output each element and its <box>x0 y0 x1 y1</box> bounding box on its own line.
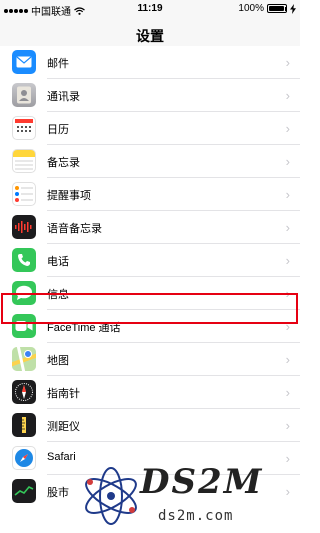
page-title: 设置 <box>136 28 164 44</box>
settings-row-phone[interactable]: 电话 › <box>0 244 300 277</box>
voice-memos-icon <box>12 215 36 239</box>
battery-icon <box>267 4 287 13</box>
row-label: 备忘录 <box>47 157 80 169</box>
battery-percent: 100% <box>238 3 264 14</box>
watermark: DS2M ds2m.com <box>80 458 300 533</box>
row-label: 语音备忘录 <box>47 223 102 235</box>
reminders-icon <box>12 182 36 206</box>
chevron-right-icon: › <box>285 88 290 103</box>
settings-row-mail[interactable]: 邮件 › <box>0 46 300 79</box>
settings-list: 邮件 › 通讯录 › 日历 › 备忘录 › 提醒事项 › 语音备忘录 › 电话 … <box>0 46 300 508</box>
watermark-atom-logo <box>85 467 137 525</box>
status-right: 100% <box>238 3 296 14</box>
calendar-icon <box>12 116 36 140</box>
stocks-icon <box>12 479 36 503</box>
notes-icon <box>12 149 36 173</box>
mail-icon <box>12 50 36 74</box>
safari-icon <box>12 446 36 470</box>
highlight-box <box>1 293 298 324</box>
settings-row-compass[interactable]: 指南针 › <box>0 376 300 409</box>
settings-row-notes[interactable]: 备忘录 › <box>0 145 300 178</box>
settings-row-reminders[interactable]: 提醒事项 › <box>0 178 300 211</box>
measure-icon <box>12 413 36 437</box>
row-label: 指南针 <box>47 388 80 400</box>
status-bar: 中国联通 11:19 100% <box>0 0 300 18</box>
row-label: 日历 <box>47 124 69 136</box>
contacts-icon <box>12 83 36 107</box>
charging-icon <box>290 3 296 14</box>
settings-row-measure[interactable]: 测距仪 › <box>0 409 300 442</box>
row-label: 通讯录 <box>47 91 80 103</box>
row-label: 股市 <box>47 487 69 499</box>
maps-icon <box>12 347 36 371</box>
settings-row-maps[interactable]: 地图 › <box>0 343 300 376</box>
watermark-logo-text: DS2M <box>140 462 264 502</box>
settings-row-contacts[interactable]: 通讯录 › <box>0 79 300 112</box>
chevron-right-icon: › <box>285 385 290 400</box>
chevron-right-icon: › <box>285 352 290 367</box>
compass-icon <box>12 380 36 404</box>
chevron-right-icon: › <box>285 220 290 235</box>
chevron-right-icon: › <box>285 418 290 433</box>
settings-row-calendar[interactable]: 日历 › <box>0 112 300 145</box>
row-label: 地图 <box>47 355 69 367</box>
settings-row-voice-memos[interactable]: 语音备忘录 › <box>0 211 300 244</box>
chevron-right-icon: › <box>285 253 290 268</box>
row-label: 提醒事项 <box>47 190 91 202</box>
chevron-right-icon: › <box>285 121 290 136</box>
watermark-site-text: ds2m.com <box>158 508 234 524</box>
chevron-right-icon: › <box>285 55 290 70</box>
row-label: Safari <box>47 451 76 463</box>
chevron-right-icon: › <box>285 187 290 202</box>
row-label: 测距仪 <box>47 421 80 433</box>
phone-icon <box>12 248 36 272</box>
row-label: 邮件 <box>47 58 69 70</box>
chevron-right-icon: › <box>285 154 290 169</box>
row-label: 电话 <box>47 256 69 268</box>
